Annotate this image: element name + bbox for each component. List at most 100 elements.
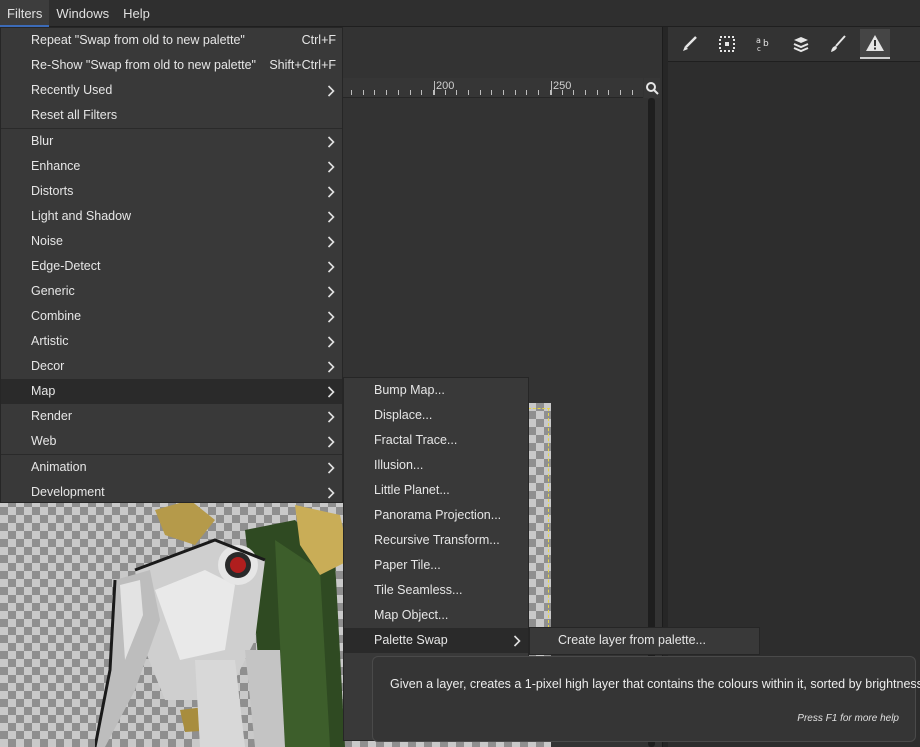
zoom-button[interactable] bbox=[644, 78, 660, 98]
menu-item-label: Artistic bbox=[31, 334, 69, 348]
ruler-major-tick bbox=[551, 81, 552, 95]
menu-item-label: Combine bbox=[31, 309, 82, 323]
layers-tab[interactable] bbox=[786, 29, 816, 59]
ruler-tick bbox=[386, 90, 387, 95]
ruler-tick bbox=[503, 90, 504, 95]
menu-item-create-layer-from-palette[interactable]: Create layer from palette... bbox=[530, 628, 759, 653]
menu-item-enhance[interactable]: Enhance bbox=[1, 154, 342, 179]
menu-item-panorama-projection[interactable]: Panorama Projection... bbox=[344, 503, 528, 528]
paintbrush-tab[interactable] bbox=[823, 29, 853, 59]
magnifier-icon bbox=[646, 82, 659, 95]
menu-item-label: Re-Show "Swap from old to new palette" bbox=[31, 58, 256, 72]
menu-help[interactable]: Help bbox=[116, 0, 157, 27]
menu-filters[interactable]: Filters bbox=[0, 0, 50, 27]
svg-text:c: c bbox=[757, 45, 761, 53]
menu-item-label: Web bbox=[31, 434, 57, 448]
text-tab[interactable]: a b c bbox=[749, 29, 779, 59]
ruler-major-tick bbox=[434, 81, 435, 95]
chevron-right-icon bbox=[326, 254, 336, 279]
layers-icon bbox=[793, 37, 809, 53]
chevron-right-icon bbox=[326, 204, 336, 229]
ruler-tick bbox=[608, 90, 609, 95]
ruler-tick bbox=[456, 90, 457, 95]
ruler-tick bbox=[421, 90, 422, 95]
menu-item-decor[interactable]: Decor bbox=[1, 354, 342, 379]
menu-item-web[interactable]: Web bbox=[1, 429, 342, 454]
menu-item-label: Render bbox=[31, 409, 72, 423]
menu-item-label: Noise bbox=[31, 234, 63, 248]
tooltip-help-hint: Press F1 for more help bbox=[797, 713, 899, 724]
menu-item-label: Animation bbox=[31, 460, 87, 474]
menu-item-recursive-transform[interactable]: Recursive Transform... bbox=[344, 528, 528, 553]
selection-icon bbox=[719, 36, 735, 52]
selection-tab[interactable] bbox=[712, 29, 742, 59]
menu-item-displace[interactable]: Displace... bbox=[344, 403, 528, 428]
ruler-tick bbox=[585, 90, 586, 95]
brush-icon bbox=[683, 36, 697, 51]
menu-item-map[interactable]: Map bbox=[1, 379, 342, 404]
menu-item-illusion[interactable]: Illusion... bbox=[344, 453, 528, 478]
menu-windows[interactable]: Windows bbox=[49, 0, 116, 27]
chevron-right-icon bbox=[326, 354, 336, 379]
menu-item-little-planet[interactable]: Little Planet... bbox=[344, 478, 528, 503]
chevron-right-icon bbox=[326, 455, 336, 480]
menu-item-tile-seamless[interactable]: Tile Seamless... bbox=[344, 578, 528, 603]
brushes-tab[interactable] bbox=[675, 29, 705, 59]
menu-item-animation[interactable]: Animation bbox=[1, 455, 342, 480]
menubar: Filters Windows Help bbox=[0, 0, 920, 27]
menu-item-artistic[interactable]: Artistic bbox=[1, 329, 342, 354]
menu-item-reset-all-filters[interactable]: Reset all Filters bbox=[1, 103, 342, 128]
menu-item-bump-map[interactable]: Bump Map... bbox=[344, 378, 528, 403]
menu-item-label: Edge-Detect bbox=[31, 259, 101, 273]
chevron-right-icon bbox=[326, 279, 336, 304]
menu-item-edge-detect[interactable]: Edge-Detect bbox=[1, 254, 342, 279]
menu-item-blur[interactable]: Blur bbox=[1, 129, 342, 154]
horizontal-ruler[interactable]: 200 250 bbox=[343, 78, 643, 98]
menu-item-recently-used[interactable]: Recently Used bbox=[1, 78, 342, 103]
menu-item-light-and-shadow[interactable]: Light and Shadow bbox=[1, 204, 342, 229]
chevron-right-icon bbox=[326, 78, 336, 103]
menu-item-label: Light and Shadow bbox=[31, 209, 132, 223]
chevron-right-icon bbox=[512, 628, 522, 653]
chevron-right-icon bbox=[326, 329, 336, 354]
chevron-right-icon bbox=[326, 429, 336, 454]
ruler-tick bbox=[363, 90, 364, 95]
ruler-tick bbox=[573, 90, 574, 95]
paintbrush-icon bbox=[831, 35, 846, 52]
layer-boundary bbox=[528, 408, 550, 409]
menu-item-label: Repeat "Swap from old to new palette" bbox=[31, 33, 245, 47]
ruler-tick bbox=[632, 90, 633, 95]
menu-item-reshow[interactable]: Re-Show "Swap from old to new palette" S… bbox=[1, 53, 342, 78]
menu-item-paper-tile[interactable]: Paper Tile... bbox=[344, 553, 528, 578]
ruler-tick bbox=[515, 90, 516, 95]
shortcut-label: Shift+Ctrl+F bbox=[269, 58, 336, 72]
menu-item-palette-swap[interactable]: Palette Swap bbox=[344, 628, 528, 653]
chevron-right-icon bbox=[326, 154, 336, 179]
menu-item-label: Generic bbox=[31, 284, 75, 298]
menu-item-distorts[interactable]: Distorts bbox=[1, 179, 342, 204]
menu-item-fractal-trace[interactable]: Fractal Trace... bbox=[344, 428, 528, 453]
ruler-tick bbox=[491, 90, 492, 95]
tooltip: Given a layer, creates a 1-pixel high la… bbox=[372, 656, 920, 742]
ruler-tick bbox=[526, 90, 527, 95]
ruler-tick bbox=[374, 90, 375, 95]
menu-item-combine[interactable]: Combine bbox=[1, 304, 342, 329]
menu-item-repeat[interactable]: Repeat "Swap from old to new palette" Ct… bbox=[1, 28, 342, 53]
menu-item-map-object[interactable]: Map Object... bbox=[344, 603, 528, 628]
shortcut-label: Ctrl+F bbox=[301, 33, 336, 47]
menu-item-development[interactable]: Development bbox=[1, 480, 342, 505]
warnings-tab[interactable] bbox=[860, 29, 890, 59]
ruler-tick bbox=[620, 90, 621, 95]
chevron-right-icon bbox=[326, 304, 336, 329]
ruler-tick bbox=[410, 90, 411, 95]
menu-item-generic[interactable]: Generic bbox=[1, 279, 342, 304]
svg-text:b: b bbox=[763, 39, 769, 49]
ruler-tick bbox=[445, 90, 446, 95]
chevron-right-icon bbox=[326, 179, 336, 204]
menu-item-label: Decor bbox=[31, 359, 65, 373]
menu-item-label: Development bbox=[31, 485, 105, 499]
layer-boundary bbox=[548, 408, 549, 628]
menu-item-label: Map bbox=[31, 384, 56, 398]
menu-item-noise[interactable]: Noise bbox=[1, 229, 342, 254]
menu-item-render[interactable]: Render bbox=[1, 404, 342, 429]
